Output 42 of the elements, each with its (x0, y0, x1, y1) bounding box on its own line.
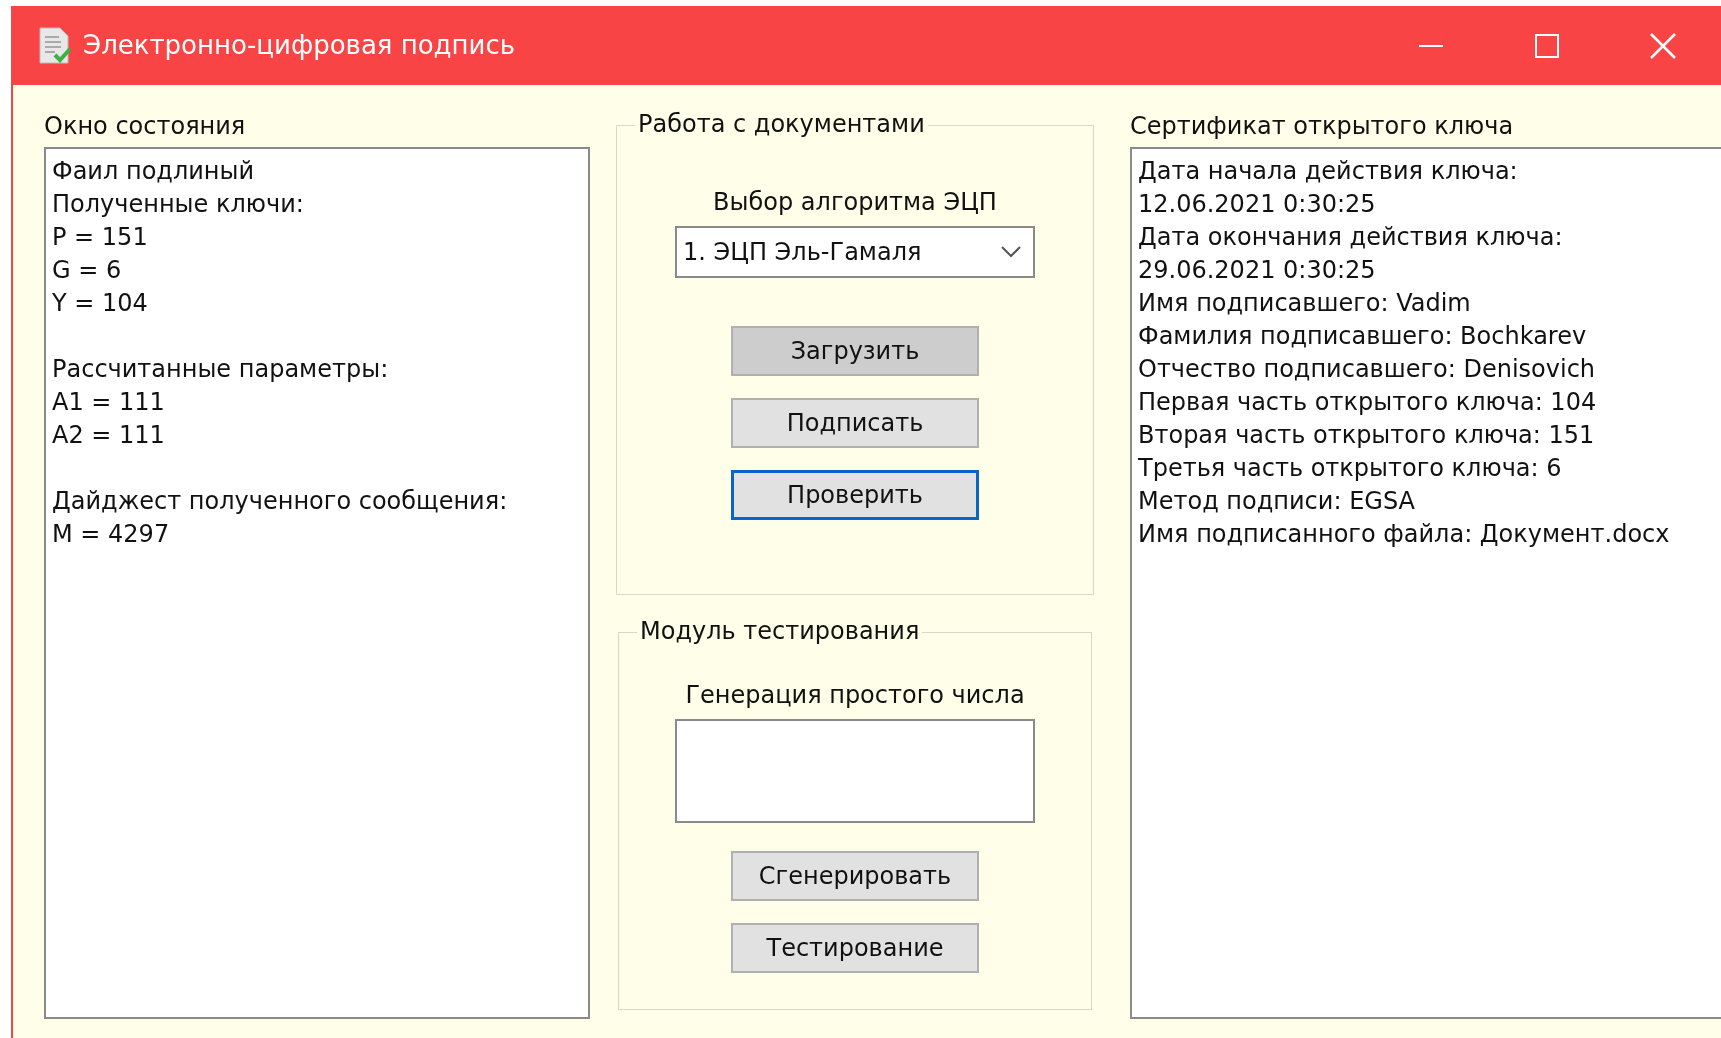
certificate-text-area[interactable] (1130, 147, 1721, 1019)
text-line: M = 4297 (52, 519, 170, 550)
text-line: Полученные ключи: (52, 189, 304, 220)
prime-output-field[interactable] (675, 719, 1035, 823)
action-button[interactable]: Тестирование (731, 923, 979, 973)
window-title: Электронно-цифровая подпись (83, 29, 516, 62)
text-line: A1 = 111 (52, 387, 165, 418)
text-line: Метод подписи: EGSA (1138, 486, 1415, 517)
panel-label: Окно состояния (44, 111, 247, 141)
text-line: G = 6 (52, 255, 122, 286)
text-line: Фаил подлиный (52, 156, 255, 187)
document-icon (37, 26, 71, 65)
text-line: Y = 104 (52, 288, 148, 319)
status-text-area[interactable]: Фаил подлиный Полученные ключи: P = 151 G = 6 Y = 104 Рассчитанные параметры: A1 = 111 A2 = 111 Дайджест полученного сообщения: M = 4297 (44, 147, 590, 1019)
text-line: A2 = 111 (52, 420, 165, 451)
close-icon (1650, 32, 1676, 59)
prime-label: Генерация простого числа (685, 680, 1025, 711)
action-button[interactable]: Подписать (731, 398, 979, 448)
text-line: P = 151 (52, 222, 148, 253)
text-line: 12.06.2021 0:30:25 (1138, 189, 1376, 220)
text-line: Фамилия подписавшего: Bochkarev (1138, 321, 1587, 352)
action-button[interactable]: Сгенерировать (731, 851, 979, 901)
text-line: Имя подписанного файла: Документ.docx (1138, 519, 1670, 550)
action-button[interactable]: Загрузить (731, 326, 979, 376)
text-line: Третья часть открытого ключа: 6 (1138, 453, 1562, 484)
algorithm-dropdown[interactable]: 1. ЭЦП Эль-Гамаля (675, 226, 1035, 278)
panel-label: Сертификат открытого ключа (1130, 111, 1515, 141)
text-line: Дата начала действия ключа: (1138, 156, 1518, 187)
text-line: Рассчитанные параметры: (52, 354, 389, 385)
text-line: Вторая часть открытого ключа: 151 (1138, 420, 1595, 451)
text-line: 29.06.2021 0:30:25 (1138, 255, 1376, 286)
minimize-icon (1419, 44, 1443, 47)
chevron-down-icon (1001, 246, 1021, 258)
algorithm-label: Выбор алгоритма ЭЦП (713, 187, 997, 218)
text-line: Отчество подписавшего: Denisovich (1138, 354, 1596, 385)
action-button[interactable]: Проверить (731, 470, 979, 520)
text-line: Дата окончания действия ключа: (1138, 222, 1563, 253)
text-line: Дайджест полученного сообщения: (52, 486, 508, 517)
maximize-icon (1535, 33, 1559, 58)
text-line: Первая часть открытого ключа: 104 (1138, 387, 1597, 418)
group-title: Работа с документами (635, 108, 928, 140)
text-line: Имя подписавшего: Vadim (1138, 288, 1471, 319)
